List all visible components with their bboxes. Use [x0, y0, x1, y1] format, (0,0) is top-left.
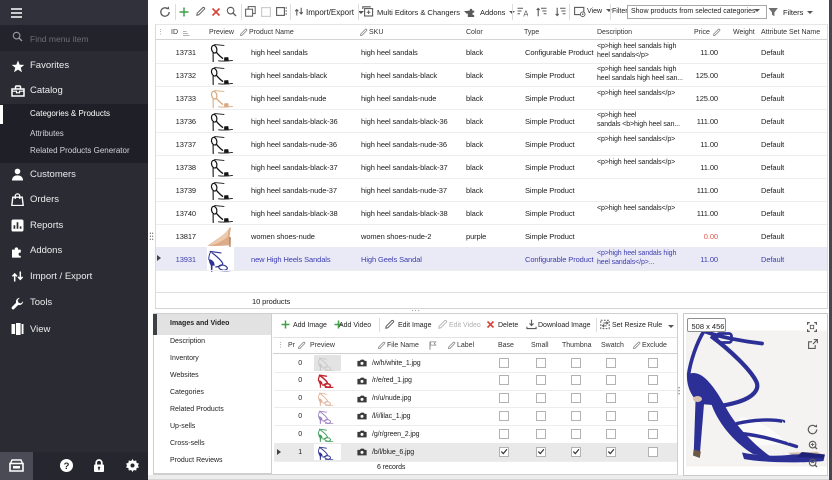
- svg-text:?: ?: [64, 461, 70, 472]
- svg-text:A: A: [523, 10, 528, 17]
